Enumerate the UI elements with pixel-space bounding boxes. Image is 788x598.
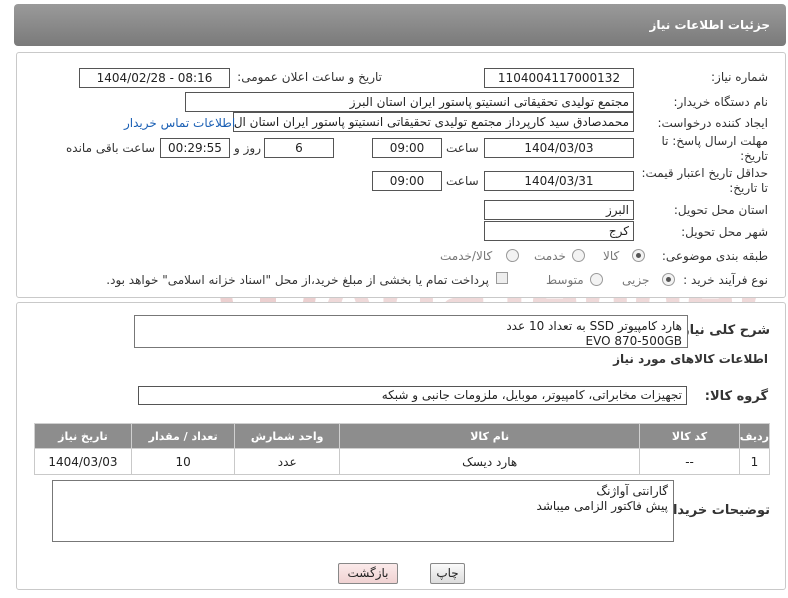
deadline-label: مهلت ارسال پاسخ: تا تاریخ: — [658, 134, 768, 164]
items-table: ردیف کد کالا نام کالا واحد شمارش تعداد /… — [34, 423, 771, 475]
min-price-time-label: ساعت — [446, 174, 479, 188]
city-label: شهر محل تحویل: — [681, 225, 768, 239]
process-radio-minor[interactable] — [662, 273, 675, 286]
cell-date: 1404/03/03 — [34, 448, 132, 475]
requester-label: ایجاد کننده درخواست: — [657, 116, 768, 130]
min-price-date-field: 1404/03/31 — [484, 171, 634, 191]
category-option-service: خدمت — [534, 249, 566, 263]
process-label: نوع فرآیند خرید : — [683, 273, 768, 287]
description-label: شرح کلی نیاز: — [676, 323, 770, 338]
category-option-goods: کالا — [603, 249, 620, 263]
deadline-time-field: 09:00 — [372, 138, 442, 158]
cell-unit: عدد — [234, 448, 341, 475]
min-price-label-text: حداقل تاریخ اعتبار قیمت: تا تاریخ: — [641, 166, 768, 195]
process-option-medium: متوسط — [546, 273, 584, 287]
description-line-1: هارد کامپیوتر SSD به تعداد 10 عدد — [506, 319, 682, 333]
back-button[interactable]: بازگشت — [338, 563, 398, 584]
cell-qty: 10 — [130, 448, 236, 475]
goods-group-label: گروه کالا: — [704, 389, 768, 404]
goods-group-field: تجهیزات مخابراتی، کامپیوتر، موبایل، ملزو… — [138, 386, 687, 405]
announce-label: تاریخ و ساعت اعلان عمومی: — [237, 70, 382, 84]
category-radio-goods-service[interactable] — [506, 249, 519, 262]
col-name: نام کالا — [339, 423, 641, 449]
buyer-org-label: نام دستگاه خریدار: — [673, 95, 769, 109]
col-date: تاریخ نیاز — [34, 423, 132, 449]
min-price-time-field: 09:00 — [372, 171, 442, 191]
col-unit: واحد شمارش — [234, 423, 341, 449]
need-number-label: شماره نیاز: — [711, 70, 768, 84]
goods-section-title: اطلاعات کالاهای مورد نیاز — [613, 352, 768, 366]
buyer-contact-link[interactable]: اطلاعات تماس خریدار — [124, 116, 235, 130]
min-price-label: حداقل تاریخ اعتبار قیمت: تا تاریخ: — [638, 166, 768, 196]
buyer-notes-label: توضیحات خریدار: — [660, 503, 770, 518]
cell-code: -- — [639, 448, 740, 475]
page-header: جزئیات اطلاعات نیاز — [14, 4, 786, 46]
process-option-minor: جزیی — [622, 273, 650, 287]
col-row: ردیف — [738, 423, 771, 449]
announce-field: 1404/02/28 - 08:16 — [79, 68, 230, 88]
col-code: کد کالا — [639, 423, 740, 449]
category-radio-goods[interactable] — [632, 249, 645, 262]
days-label: روز و — [234, 141, 261, 155]
print-button[interactable]: چاپ — [430, 563, 465, 584]
buyer-notes-line-2: پیش فاکتور الزامی میباشد — [536, 499, 668, 513]
requester-field: محمدصادق سید کارپرداز مجتمع تولیدی تحقیق… — [233, 112, 634, 132]
province-field: البرز — [484, 200, 634, 220]
need-number-field: 1104004117000132 — [484, 68, 634, 88]
buyer-notes-textarea[interactable]: گارانتی آواژنگ پیش فاکتور الزامی میباشد — [52, 480, 674, 542]
cell-row: 1 — [738, 448, 771, 475]
city-field: کرج — [484, 221, 634, 241]
buyer-notes-line-1: گارانتی آواژنگ — [596, 484, 668, 498]
category-radio-service[interactable] — [572, 249, 585, 262]
table-row: 1 -- هارد دیسک عدد 10 1404/03/03 — [34, 448, 771, 475]
description-textarea[interactable]: هارد کامپیوتر SSD به تعداد 10 عدد EVO 87… — [134, 315, 688, 348]
process-radio-medium[interactable] — [590, 273, 603, 286]
remaining-time-label: ساعت باقی مانده — [66, 141, 156, 155]
category-label: طبقه بندی موضوعی: — [661, 249, 768, 263]
remaining-time-field: 00:29:55 — [160, 138, 230, 158]
page-title: جزئیات اطلاعات نیاز — [649, 18, 770, 32]
cell-name: هارد دیسک — [339, 448, 641, 475]
deadline-label-text: مهلت ارسال پاسخ: تا تاریخ: — [661, 134, 768, 163]
deadline-time-label: ساعت — [446, 141, 479, 155]
items-table-header: ردیف کد کالا نام کالا واحد شمارش تعداد /… — [34, 423, 771, 449]
treasury-payment-note: پرداخت تمام یا بخشی از مبلغ خرید،از محل … — [106, 273, 489, 287]
buyer-org-field: مجتمع تولیدی تحقیقاتی انستیتو پاستور ایر… — [185, 92, 634, 112]
description-line-2: EVO 870-500GB — [585, 334, 682, 348]
deadline-date-field: 1404/03/03 — [484, 138, 634, 158]
province-label: استان محل تحویل: — [673, 203, 768, 217]
treasury-payment-checkbox[interactable] — [496, 272, 508, 284]
category-option-goods-service: کالا/خدمت — [440, 249, 493, 263]
days-field: 6 — [264, 138, 334, 158]
col-qty: تعداد / مقدار — [130, 423, 236, 449]
